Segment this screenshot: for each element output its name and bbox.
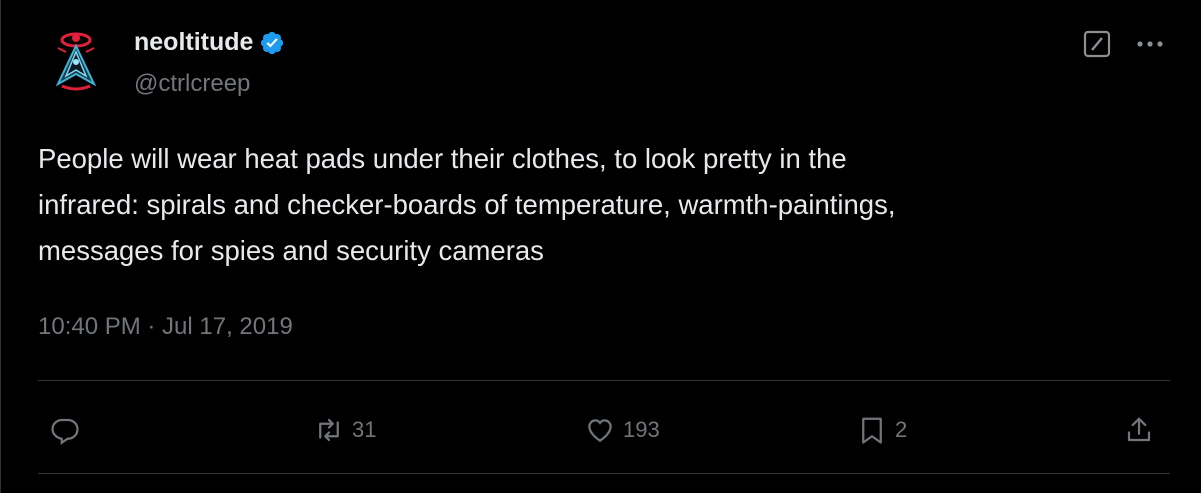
- avatar[interactable]: [40, 26, 112, 98]
- like-count: 193: [623, 417, 660, 442]
- like-button[interactable]: 193: [585, 405, 660, 455]
- action-bar: 31 193 2: [0, 405, 1201, 455]
- reply-icon: [51, 418, 79, 445]
- tweet-timestamp[interactable]: 10:40 PM · Jul 17, 2019: [38, 313, 293, 341]
- heart-icon: [588, 419, 612, 442]
- retweet-icon: [319, 418, 339, 442]
- bookmark-icon: [862, 417, 882, 444]
- divider-bottom: [38, 473, 1170, 474]
- avatar-image: [40, 26, 112, 98]
- grok-icon[interactable]: [1083, 30, 1111, 58]
- divider-top: [38, 380, 1170, 381]
- author-handle[interactable]: @ctrlcreep: [134, 70, 250, 98]
- retweet-count: 31: [352, 417, 377, 442]
- bookmark-count: 2: [895, 417, 908, 442]
- bookmark-button[interactable]: 2: [857, 405, 907, 455]
- retweet-button[interactable]: 31: [314, 405, 376, 455]
- share-button[interactable]: [1124, 405, 1154, 455]
- display-name[interactable]: neoltitude: [134, 28, 253, 57]
- tweet-text: People will wear heat pads under their c…: [38, 143, 896, 266]
- author-name-row: neoltitude: [134, 28, 285, 57]
- more-options-icon[interactable]: [1134, 30, 1166, 58]
- reply-button[interactable]: [50, 405, 80, 455]
- verified-badge-icon[interactable]: [259, 30, 285, 56]
- share-icon: [1127, 417, 1151, 442]
